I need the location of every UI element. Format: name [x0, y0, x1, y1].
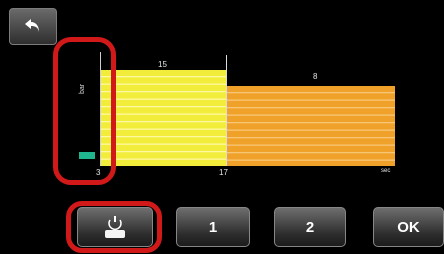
- segment-2-label: 8: [313, 72, 318, 81]
- segment-2-stripe: [227, 129, 395, 131]
- segment-1-stripe: [101, 91, 226, 93]
- segment-1-stripe: [101, 158, 226, 160]
- segment-1-stripe: [101, 121, 226, 123]
- segment-1-stripe: [101, 143, 226, 145]
- segment-1-label: 15: [158, 60, 167, 69]
- ok-button[interactable]: OK: [373, 207, 444, 247]
- segment-2-bar: [227, 86, 395, 166]
- segment-divider: [226, 55, 227, 166]
- segment-2-stripe: [227, 114, 395, 116]
- segment-1-stripe: [101, 98, 226, 100]
- segment-2-stripe: [227, 99, 395, 101]
- pump-button[interactable]: [77, 207, 153, 247]
- segment-2-stripe: [227, 159, 395, 161]
- segment-1-stripe: [101, 151, 226, 153]
- segment-1-bar: [101, 70, 226, 166]
- x-tick-mid: 17: [219, 168, 228, 177]
- axis-highlight-ring: [53, 37, 116, 185]
- segment-2-stripe: [227, 122, 395, 124]
- x-axis-unit: sec: [381, 168, 391, 174]
- segment-2-stripe: [227, 152, 395, 154]
- segment-1-stripe: [101, 113, 226, 115]
- segment-1-stripe: [101, 136, 226, 138]
- segment-2-stripe: [227, 92, 395, 94]
- segment-2-stripe: [227, 144, 395, 146]
- segment-1-stripe: [101, 106, 226, 108]
- segment-1-stripe: [101, 76, 226, 78]
- segment-1-stripe: [101, 83, 226, 85]
- button-1[interactable]: 1: [176, 207, 250, 247]
- pump-icon: [103, 214, 127, 240]
- button-2[interactable]: 2: [274, 207, 346, 247]
- segment-2-fill: [227, 86, 395, 166]
- segment-1-stripe: [101, 128, 226, 130]
- segment-2-stripe: [227, 107, 395, 109]
- segment-2-stripe: [227, 137, 395, 139]
